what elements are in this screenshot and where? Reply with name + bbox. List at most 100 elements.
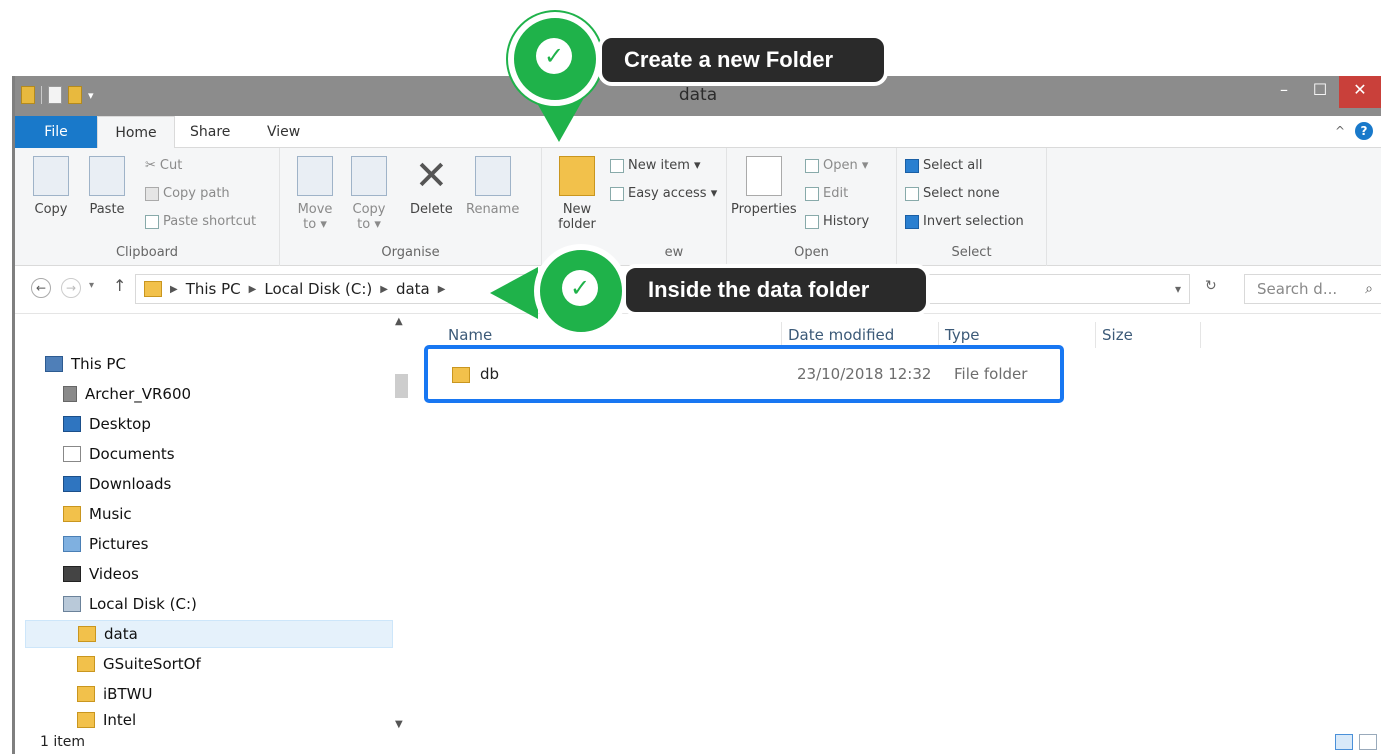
open-icon bbox=[805, 158, 819, 173]
desktop-icon bbox=[63, 416, 81, 432]
invert-selection-label: Invert selection bbox=[923, 214, 1024, 229]
tab-home[interactable]: Home bbox=[97, 116, 175, 149]
chevron-right-icon[interactable]: ▶ bbox=[380, 284, 388, 295]
rename-label: Rename bbox=[466, 202, 520, 217]
refresh-icon[interactable]: ↻ bbox=[1205, 278, 1217, 294]
search-placeholder: Search d... bbox=[1257, 280, 1338, 298]
copy-to-button[interactable]: Copy to ▾ bbox=[346, 156, 392, 232]
edit-icon bbox=[805, 186, 819, 201]
nav-item-desktop[interactable]: Desktop bbox=[63, 410, 443, 438]
paste-button[interactable]: Paste bbox=[89, 156, 125, 217]
annotation-inside-data-folder: Inside the data folder bbox=[622, 264, 930, 316]
nav-item-label: Music bbox=[89, 505, 132, 523]
paste-shortcut-button[interactable]: Paste shortcut bbox=[145, 214, 256, 229]
computer-icon bbox=[45, 356, 63, 372]
checkmark-icon: ✓ bbox=[536, 38, 572, 74]
pictures-icon bbox=[63, 536, 81, 552]
rename-button[interactable]: Rename bbox=[466, 156, 519, 217]
nav-item-music[interactable]: Music bbox=[63, 500, 443, 528]
history-button[interactable]: History bbox=[805, 214, 869, 229]
chevron-right-icon[interactable]: ▶ bbox=[249, 284, 257, 295]
open-group: Properties Open ▾ Edit History Open bbox=[727, 148, 897, 266]
copy-path-label: Copy path bbox=[163, 186, 230, 201]
maximize-button[interactable]: ☐ bbox=[1301, 76, 1339, 108]
select-all-icon bbox=[905, 158, 919, 173]
item-count: 1 item bbox=[40, 734, 85, 750]
cut-button[interactable]: ✂ Cut bbox=[145, 158, 182, 173]
collapse-ribbon-icon[interactable]: ^ bbox=[1335, 124, 1345, 138]
column-size[interactable]: Size bbox=[1096, 322, 1201, 348]
window-title: data bbox=[678, 85, 718, 105]
open-group-label: Open bbox=[794, 245, 829, 260]
history-label: History bbox=[823, 214, 870, 229]
properties-label: Properties bbox=[731, 202, 797, 217]
nav-item-label: Pictures bbox=[89, 535, 149, 553]
new-item-button[interactable]: New item ▾ bbox=[610, 158, 701, 173]
select-none-icon bbox=[905, 186, 919, 201]
copy-path-button[interactable]: Copy path bbox=[145, 186, 230, 201]
nav-item-documents[interactable]: Documents bbox=[63, 440, 443, 468]
invert-selection-icon bbox=[905, 214, 919, 229]
organise-group-label: Organise bbox=[381, 245, 440, 260]
open-label: Open ▾ bbox=[823, 158, 869, 173]
move-to-button[interactable]: Move to ▾ bbox=[292, 156, 338, 232]
move-icon bbox=[297, 156, 333, 196]
copy-label: Copy bbox=[34, 202, 68, 217]
nav-item-label: Documents bbox=[89, 445, 175, 463]
chevron-right-icon[interactable]: ▶ bbox=[170, 284, 178, 295]
chevron-right-icon[interactable]: ▶ bbox=[438, 284, 446, 295]
db-row-highlight bbox=[424, 345, 1064, 403]
nav-item-this-pc[interactable]: This PC bbox=[45, 350, 425, 378]
network-drive-icon bbox=[63, 386, 77, 402]
open-button[interactable]: Open ▾ bbox=[805, 158, 868, 173]
breadcrumb-this-pc[interactable]: This PC bbox=[186, 280, 241, 298]
edit-label: Edit bbox=[823, 186, 849, 201]
new-folder-button[interactable]: New folder bbox=[552, 156, 602, 232]
tab-share[interactable]: Share bbox=[190, 116, 230, 148]
breadcrumb-local-disk[interactable]: Local Disk (C:) bbox=[264, 280, 372, 298]
search-icon[interactable]: ⌕ bbox=[1365, 281, 1373, 297]
select-none-button[interactable]: Select none bbox=[905, 186, 1000, 201]
recent-locations-icon[interactable]: ▾ bbox=[89, 280, 94, 291]
nav-item-pictures[interactable]: Pictures bbox=[63, 530, 443, 558]
new-item-label: New item ▾ bbox=[628, 158, 701, 173]
explorer-window: ▾ data – ☐ ✕ File Home Share View ^ ? Co… bbox=[12, 76, 1381, 754]
select-all-button[interactable]: Select all bbox=[905, 158, 982, 173]
breadcrumb-data[interactable]: data bbox=[396, 280, 430, 298]
forward-button[interactable]: → bbox=[61, 278, 81, 298]
tab-view[interactable]: View bbox=[267, 116, 300, 148]
nav-item-local-disk[interactable]: Local Disk (C:) bbox=[63, 590, 443, 618]
copy-to-label: Copy to ▾ bbox=[352, 202, 386, 232]
nav-item-videos[interactable]: Videos bbox=[63, 560, 443, 588]
navpane-scrollbar[interactable]: ▲ ▼ bbox=[393, 314, 410, 734]
copy-button[interactable]: Copy bbox=[33, 156, 69, 217]
back-button[interactable]: ← bbox=[31, 278, 51, 298]
close-button[interactable]: ✕ bbox=[1339, 76, 1381, 108]
nav-item-data[interactable]: data bbox=[25, 620, 393, 648]
paste-shortcut-icon bbox=[145, 214, 159, 229]
annotation-create-folder: Create a new Folder bbox=[598, 34, 888, 86]
search-input[interactable]: Search d... ⌕ bbox=[1244, 274, 1381, 304]
minimize-button[interactable]: – bbox=[1265, 76, 1303, 108]
delete-button[interactable]: ✕ Delete bbox=[410, 156, 453, 217]
nav-item-archer[interactable]: Archer_VR600 bbox=[63, 380, 443, 408]
move-to-label: Move to ▾ bbox=[297, 202, 333, 232]
nav-item-downloads[interactable]: Downloads bbox=[63, 470, 443, 498]
scroll-down-icon[interactable]: ▼ bbox=[395, 719, 403, 730]
help-icon[interactable]: ? bbox=[1355, 122, 1373, 140]
scroll-up-icon[interactable]: ▲ bbox=[395, 316, 403, 327]
edit-button[interactable]: Edit bbox=[805, 186, 848, 201]
address-history-dropdown[interactable]: ▾ bbox=[1175, 282, 1181, 296]
easy-access-button[interactable]: Easy access ▾ bbox=[610, 186, 717, 201]
large-icons-view-icon[interactable] bbox=[1359, 734, 1377, 750]
details-view-icon[interactable] bbox=[1335, 734, 1353, 750]
properties-button[interactable]: Properties bbox=[731, 156, 797, 217]
tab-file[interactable]: File bbox=[15, 116, 97, 148]
documents-icon bbox=[63, 446, 81, 462]
music-icon bbox=[63, 506, 81, 522]
invert-selection-button[interactable]: Invert selection bbox=[905, 214, 1024, 229]
folder-icon bbox=[78, 626, 96, 642]
scroll-thumb[interactable] bbox=[395, 374, 408, 398]
navigation-pane: This PC Archer_VR600 Desktop Documents D… bbox=[15, 314, 410, 734]
up-button[interactable]: ↑ bbox=[113, 276, 126, 295]
